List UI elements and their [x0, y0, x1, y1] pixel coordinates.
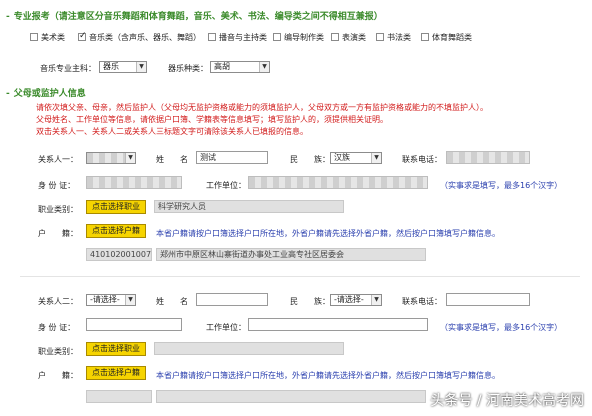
major-label: 音乐专业主科： [40, 64, 96, 73]
rel2-name-input[interactable] [196, 293, 268, 306]
checkbox-broadcast[interactable]: 播音与主持类 [208, 32, 267, 43]
rel1-select[interactable]: ▼ [86, 152, 136, 164]
checkbox-music[interactable]: 音乐类（含声乐、器乐、舞蹈） [78, 31, 201, 43]
rel1-hukou-text: 郑州市中原区林山寨街道办事处工业高专社区居委会 [156, 248, 426, 261]
select-job-button[interactable]: 点击选择职业 [86, 342, 146, 356]
chevron-down-icon: ▼ [371, 153, 381, 163]
section-guardian-title: - 父母或监护人信息 [6, 89, 86, 99]
select-hukou-button[interactable]: 点击选择户籍 [86, 366, 146, 380]
name-label: 姓 名 [156, 155, 188, 164]
checkbox-box[interactable] [273, 33, 281, 41]
job-label: 职业类别： [38, 205, 78, 214]
section-major-title: - 专业报考（请注意区分音乐舞蹈和体育舞蹈，音乐、美术、书法、编导类之间不得相互兼… [6, 12, 383, 22]
hukou-hint: 本省户籍请按户口簿选择户口所在地，外省户籍请先选择外省户籍，然后按户口簿填写户籍… [156, 371, 500, 380]
idcard-label: 身 份 证： [38, 323, 76, 332]
checkbox-box[interactable] [376, 33, 384, 41]
chevron-down-icon: ▼ [125, 153, 135, 163]
guardian-note-3: 双击关系人一、关系人二或关系人三标题文字可清除该关系人已填报的信息。 [36, 127, 308, 136]
checkbox-acting[interactable]: 表演类 [331, 32, 366, 43]
instrument-select[interactable]: 高胡 ▼ [210, 61, 270, 73]
rel2-label[interactable]: 关系人二： [38, 296, 78, 307]
rel2-job-display [154, 342, 344, 355]
instrument-label: 器乐种类： [168, 64, 208, 73]
watermark: 头条号 / 河南美术高考网 [430, 393, 584, 409]
major-select[interactable]: 器乐 ▼ [99, 61, 147, 73]
checkbox-box[interactable] [421, 33, 429, 41]
hukou-label: 户 籍： [38, 229, 78, 238]
rel1-hukou-code: 410102001007 [86, 248, 152, 261]
hukou-label: 户 籍： [38, 371, 78, 380]
bullet-dash: - [6, 89, 10, 99]
rel2-select[interactable]: -请选择- ▼ [86, 294, 136, 306]
rel1-name-input[interactable]: 测试 [196, 151, 268, 164]
phone-label: 联系电话： [402, 297, 442, 306]
rel1-ethnic-select[interactable]: 汉族 ▼ [330, 152, 382, 164]
phone-label: 联系电话： [402, 155, 442, 164]
checkbox-art[interactable]: 美术类 [30, 32, 65, 43]
workunit-hint: （实事求是填写，最多16个汉字） [440, 181, 563, 190]
bullet-dash: - [6, 12, 10, 22]
rel1-job-display: 科学研究人员 [154, 200, 344, 213]
checkbox-directing[interactable]: 编导制作类 [273, 32, 324, 43]
ethnic-label: 民 族： [290, 155, 330, 164]
chevron-down-icon: ▼ [371, 295, 381, 305]
checkbox-box[interactable] [331, 33, 339, 41]
rel2-hukou-text [156, 390, 426, 403]
rel2-hukou-code [86, 390, 152, 403]
rel1-idcard-input[interactable] [86, 176, 182, 189]
ethnic-label: 民 族： [290, 297, 330, 306]
rel2-workunit-input[interactable] [248, 318, 428, 331]
checkbox-box[interactable] [208, 33, 216, 41]
checkbox-box[interactable] [30, 33, 38, 41]
rel2-ethnic-select[interactable]: -请选择- ▼ [330, 294, 382, 306]
workunit-label: 工作单位： [206, 181, 246, 190]
guardian-note-2: 父母姓名、工作单位等信息，请依据户口簿、学籍表等信息填写；填写监护人的，须提供相… [36, 115, 388, 124]
job-label: 职业类别： [38, 347, 78, 356]
chevron-down-icon: ▼ [259, 62, 269, 72]
rel1-label[interactable]: 关系人一： [38, 154, 78, 165]
guardian-note-1: 请依次填父亲、母亲，然后监护人（父母均无监护资格或能力的须填监护人，父母双方或一… [36, 103, 488, 112]
divider [20, 276, 580, 277]
select-job-button[interactable]: 点击选择职业 [86, 200, 146, 214]
rel2-idcard-input[interactable] [86, 318, 182, 331]
hukou-hint: 本省户籍请按户口簿选择户口所在地，外省户籍请先选择外省户籍，然后按户口簿填写户籍… [156, 229, 500, 238]
name-label: 姓 名 [156, 297, 188, 306]
idcard-label: 身 份 证： [38, 181, 76, 190]
rel2-phone-input[interactable] [446, 293, 530, 306]
workunit-label: 工作单位： [206, 323, 246, 332]
rel1-phone-input[interactable] [446, 151, 530, 164]
checkbox-sport-dance[interactable]: 体育舞蹈类 [421, 32, 472, 43]
workunit-hint: （实事求是填写，最多16个汉字） [440, 323, 563, 332]
chevron-down-icon: ▼ [125, 295, 135, 305]
chevron-down-icon: ▼ [136, 62, 146, 72]
checkbox-calligraphy[interactable]: 书法类 [376, 32, 411, 43]
checkbox-box-checked[interactable] [78, 31, 87, 41]
rel1-workunit-input[interactable] [248, 176, 428, 189]
select-hukou-button[interactable]: 点击选择户籍 [86, 224, 146, 238]
